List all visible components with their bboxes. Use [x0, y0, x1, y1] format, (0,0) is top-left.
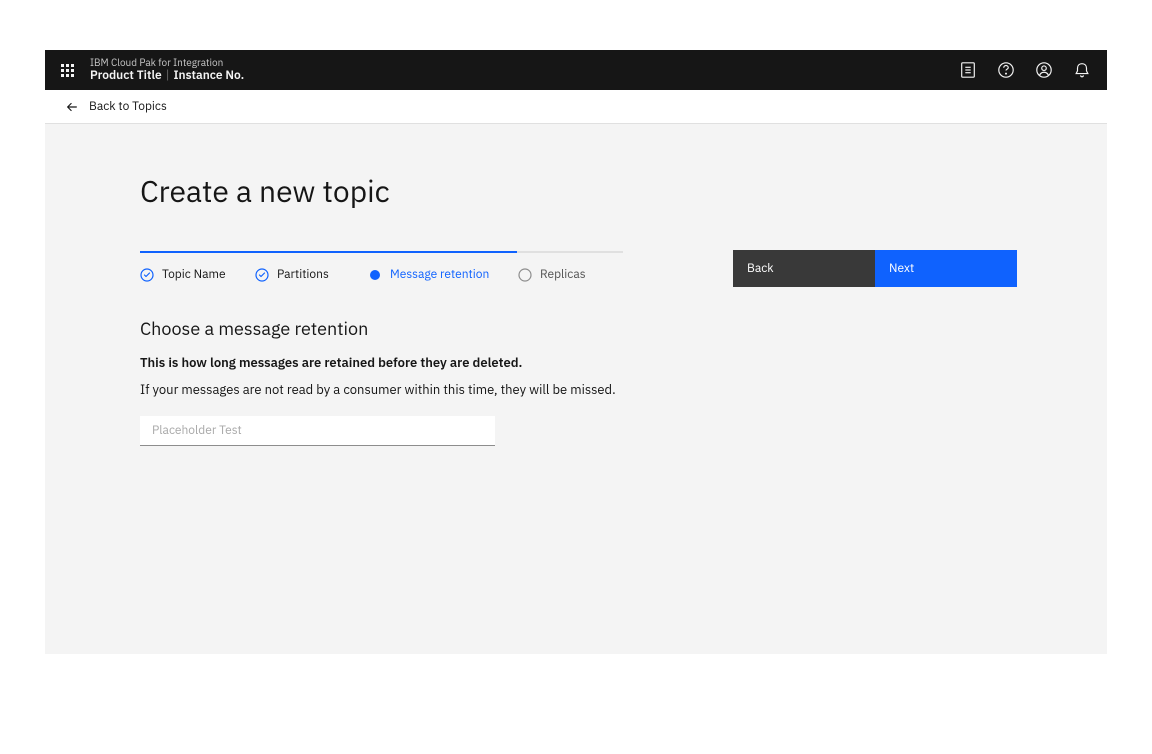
notification-icon[interactable]: [1073, 61, 1091, 79]
steps-row: Topic Name Partitions Message retention: [140, 267, 623, 282]
progress-fill: [140, 251, 517, 253]
current-step-icon: [368, 268, 382, 282]
section-title: Choose a message retention: [140, 317, 1012, 340]
back-to-topics-link[interactable]: Back to Topics: [65, 99, 167, 114]
catalog-icon[interactable]: [959, 61, 977, 79]
step-partitions[interactable]: Partitions: [255, 267, 368, 282]
header-subtitle: IBM Cloud Pak for Integration: [90, 57, 244, 69]
header-actions: [959, 61, 1091, 79]
step-label: Partitions: [277, 267, 329, 282]
user-icon[interactable]: [1035, 61, 1053, 79]
instance-no: Instance No.: [173, 69, 244, 83]
back-label: Back to Topics: [89, 99, 167, 114]
help-icon[interactable]: [997, 61, 1015, 79]
app-switcher-icon[interactable]: [61, 64, 74, 77]
header-main-title: Product Title | Instance No.: [90, 69, 244, 83]
progress-bar: [140, 251, 623, 253]
arrow-left-icon: [65, 100, 79, 114]
section-bold-text: This is how long messages are retained b…: [140, 354, 1012, 371]
step-topic-name[interactable]: Topic Name: [140, 267, 255, 282]
product-title: Product Title: [90, 69, 162, 83]
checkmark-icon: [140, 268, 154, 282]
header-titles: IBM Cloud Pak for Integration Product Ti…: [90, 57, 244, 83]
retention-input[interactable]: [140, 416, 495, 446]
main-container: IBM Cloud Pak for Integration Product Ti…: [45, 50, 1107, 654]
action-buttons: Back Next: [733, 250, 1017, 287]
content-area: Create a new topic Topic Name: [45, 124, 1107, 494]
checkmark-icon: [255, 268, 269, 282]
back-button[interactable]: Back: [733, 250, 875, 287]
title-divider: |: [166, 69, 170, 83]
page-title: Create a new topic: [140, 172, 1012, 211]
step-label: Replicas: [540, 267, 586, 282]
step-label: Message retention: [390, 267, 489, 282]
progress-wrapper: Topic Name Partitions Message retention: [140, 251, 1012, 287]
section-description: If your messages are not read by a consu…: [140, 381, 1012, 398]
progress-steps: Topic Name Partitions Message retention: [140, 251, 623, 282]
global-header: IBM Cloud Pak for Integration Product Ti…: [45, 50, 1107, 90]
next-button[interactable]: Next: [875, 250, 1017, 287]
incomplete-step-icon: [518, 268, 532, 282]
step-label: Topic Name: [162, 267, 226, 282]
step-message-retention[interactable]: Message retention: [368, 267, 518, 282]
step-replicas[interactable]: Replicas: [518, 267, 623, 282]
back-bar: Back to Topics: [45, 90, 1107, 124]
